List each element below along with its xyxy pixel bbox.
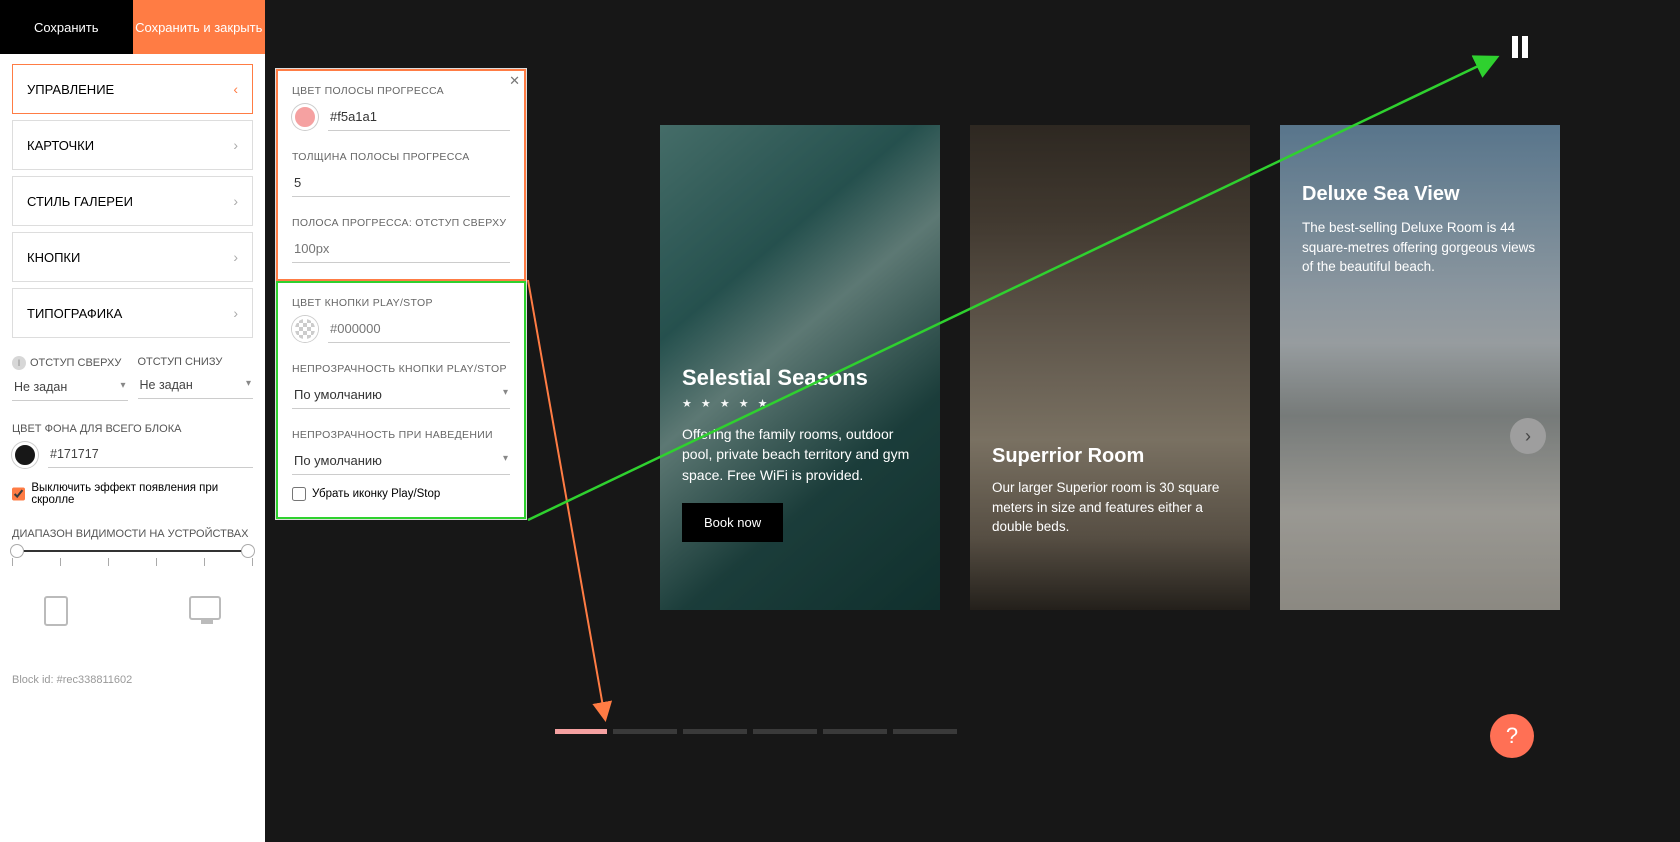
chevron-down-icon: ▾: [120, 380, 125, 391]
progress-color-label: ЦВЕТ ПОЛОСЫ ПРОГРЕССА: [292, 85, 510, 97]
help-fab[interactable]: ?: [1490, 714, 1534, 758]
offset-top-select[interactable]: [12, 374, 128, 401]
save-close-button[interactable]: Сохранить и закрыть: [133, 0, 266, 54]
progress-thickness-input[interactable]: [292, 169, 510, 197]
mobile-icon: [44, 596, 68, 626]
card-1[interactable]: Selestial Seasons ★ ★ ★ ★ ★ Offering the…: [660, 125, 940, 610]
chevron-right-icon: ›: [233, 305, 238, 321]
book-now-button[interactable]: Book now: [682, 503, 783, 542]
progress-color-input[interactable]: [328, 103, 510, 131]
hover-opacity-label: НЕПРОЗРАЧНОСТЬ ПРИ НАВЕДЕНИИ: [292, 429, 510, 441]
chevron-down-icon: ▾: [503, 453, 508, 464]
chevron-right-icon: ›: [233, 249, 238, 265]
progress-segment: [823, 729, 887, 734]
progress-segment: [613, 729, 677, 734]
info-icon: i: [12, 356, 26, 370]
chevron-right-icon: ›: [233, 137, 238, 153]
progress-segment: [555, 729, 607, 734]
progress-offset-input[interactable]: [292, 235, 510, 263]
disable-scroll-effect-checkbox[interactable]: [12, 487, 25, 501]
acc-item-gallery-style[interactable]: СТИЛЬ ГАЛЕРЕИ ›: [12, 176, 253, 226]
progress-bar[interactable]: [555, 729, 957, 734]
acc-item-cards[interactable]: КАРТОЧКИ ›: [12, 120, 253, 170]
card-2[interactable]: Superrior Room Our larger Superior room …: [970, 125, 1250, 610]
card-desc: The best-selling Deluxe Room is 44 squar…: [1302, 218, 1538, 277]
progress-segment: [893, 729, 957, 734]
acc-label: ТИПОГРАФИКА: [27, 306, 122, 321]
progress-color-swatch[interactable]: [292, 104, 318, 130]
acc-label: УПРАВЛЕНИЕ: [27, 82, 114, 97]
progress-segment: [753, 729, 817, 734]
settings-flyout: ✕ ЦВЕТ ПОЛОСЫ ПРОГРЕССА ТОЛЩИНА ПОЛОСЫ П…: [275, 68, 527, 520]
card-desc: Offering the family rooms, outdoor pool,…: [682, 424, 918, 485]
bg-color-input[interactable]: [48, 441, 253, 468]
block-id: Block id: #rec338811602: [12, 674, 253, 686]
chevron-left-icon: ‹: [233, 81, 238, 97]
progress-segment: [683, 729, 747, 734]
play-settings-group: ЦВЕТ КНОПКИ PLAY/STOP НЕПРОЗРАЧНОСТЬ КНО…: [276, 281, 526, 519]
card-3[interactable]: Deluxe Sea View The best-selling Deluxe …: [1280, 125, 1560, 610]
close-icon[interactable]: ✕: [509, 73, 520, 89]
card-title: Deluxe Sea View: [1302, 183, 1538, 206]
acc-label: КНОПКИ: [27, 250, 80, 265]
pause-button[interactable]: [1512, 36, 1534, 58]
play-color-input[interactable]: [328, 315, 510, 343]
acc-item-typography[interactable]: ТИПОГРАФИКА ›: [12, 288, 253, 338]
play-color-label: ЦВЕТ КНОПКИ PLAY/STOP: [292, 297, 510, 309]
hover-opacity-select[interactable]: [292, 447, 510, 475]
desktop-icon: [189, 596, 221, 620]
card-image: [970, 125, 1250, 610]
card-title: Superrior Room: [992, 445, 1228, 468]
chevron-down-icon: ▾: [246, 378, 251, 389]
play-opacity-select[interactable]: [292, 381, 510, 409]
offset-top-label: i ОТСТУП СВЕРХУ: [12, 356, 128, 370]
play-opacity-label: НЕПРОЗРАЧНОСТЬ КНОПКИ PLAY/STOP: [292, 363, 510, 375]
device-range-slider[interactable]: [12, 550, 253, 552]
bg-color-label: ЦВЕТ ФОНА ДЛЯ ВСЕГО БЛОКА: [12, 423, 253, 435]
remove-play-icon-checkbox[interactable]: [292, 487, 306, 501]
remove-play-icon-label: Убрать иконку Play/Stop: [312, 488, 440, 500]
disable-scroll-effect-label: Выключить эффект появления при скролле: [31, 482, 253, 506]
card-desc: Our larger Superior room is 30 square me…: [992, 478, 1228, 537]
chevron-down-icon: ▾: [503, 387, 508, 398]
offset-bottom-label: ОТСТУП СНИЗУ: [138, 356, 254, 368]
save-button[interactable]: Сохранить: [0, 0, 133, 54]
acc-item-buttons[interactable]: КНОПКИ ›: [12, 232, 253, 282]
card-stars: ★ ★ ★ ★ ★: [682, 397, 918, 410]
acc-label: СТИЛЬ ГАЛЕРЕИ: [27, 194, 133, 209]
progress-thickness-label: ТОЛЩИНА ПОЛОСЫ ПРОГРЕССА: [292, 151, 510, 163]
progress-offset-label: ПОЛОСА ПРОГРЕССА: ОТСТУП СВЕРХУ: [292, 217, 510, 229]
card-title: Selestial Seasons: [682, 365, 918, 391]
next-arrow-button[interactable]: ›: [1510, 418, 1546, 454]
offset-bottom-select[interactable]: [138, 372, 254, 399]
device-range-label: ДИАПАЗОН ВИДИМОСТИ НА УСТРОЙСТВАХ: [12, 528, 253, 540]
acc-item-management[interactable]: УПРАВЛЕНИЕ ‹: [12, 64, 253, 114]
acc-label: КАРТОЧКИ: [27, 138, 94, 153]
progress-settings-group: ЦВЕТ ПОЛОСЫ ПРОГРЕССА ТОЛЩИНА ПОЛОСЫ ПРО…: [276, 69, 526, 281]
chevron-right-icon: ›: [233, 193, 238, 209]
range-ticks: [12, 558, 253, 566]
bg-color-swatch[interactable]: [12, 442, 38, 468]
play-color-swatch[interactable]: [292, 316, 318, 342]
